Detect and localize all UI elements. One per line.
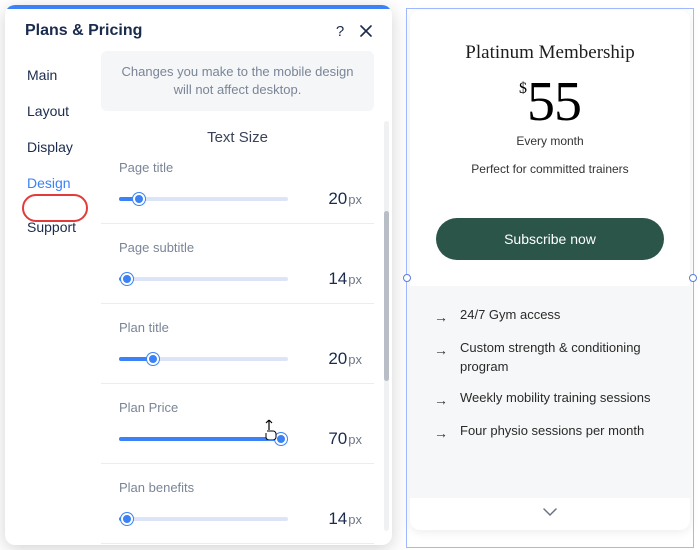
price-value: 55: [527, 74, 581, 130]
slider-value: 70px: [306, 429, 366, 449]
slider-thumb[interactable]: [121, 273, 133, 285]
plan-tagline: Perfect for committed trainers: [436, 162, 664, 176]
slider-fill: [119, 437, 281, 441]
feature-text: Custom strength & conditioning program: [460, 339, 666, 377]
feature-text: 24/7 Gym access: [460, 306, 560, 325]
tab-display[interactable]: Display: [5, 129, 101, 165]
text-size-slider[interactable]: [119, 271, 288, 287]
slider-row: Page subtitle 14px: [101, 224, 374, 304]
panel-title: Plans & Pricing: [25, 22, 324, 40]
slider-row: Plan Price 70px: [101, 384, 374, 464]
billing-period: Every month: [436, 134, 664, 148]
tab-support[interactable]: Support: [5, 209, 101, 245]
feature-item: → Four physio sessions per month: [434, 422, 666, 443]
chevron-down-icon: [542, 507, 558, 517]
text-size-slider[interactable]: [119, 511, 288, 527]
slider-label: Plan Price: [119, 400, 366, 415]
plan-price: $ 55: [436, 74, 664, 130]
slider-row: Plan title 20px: [101, 304, 374, 384]
slider-label: Page title: [119, 160, 366, 175]
tab-main[interactable]: Main: [5, 57, 101, 93]
slider-thumb[interactable]: [275, 433, 287, 445]
arrow-right-icon: →: [434, 390, 448, 410]
feature-item: → 24/7 Gym access: [434, 306, 666, 327]
slider-thumb[interactable]: [133, 193, 145, 205]
section-title: Text Size: [101, 119, 374, 150]
slider-track: [119, 437, 288, 441]
slider-label: Page subtitle: [119, 240, 366, 255]
slider-track: [119, 517, 288, 521]
arrow-right-icon: →: [434, 423, 448, 443]
text-size-slider[interactable]: [119, 191, 288, 207]
plan-name: Platinum Membership: [436, 42, 664, 64]
settings-content: Changes you make to the mobile design wi…: [101, 51, 392, 545]
close-icon[interactable]: [356, 21, 376, 41]
slider-track: [119, 357, 288, 361]
plan-card: Platinum Membership $ 55 Every month Per…: [410, 10, 690, 530]
feature-item: → Weekly mobility training sessions: [434, 389, 666, 410]
feature-item: → Custom strength & conditioning program: [434, 339, 666, 377]
slider-value: 14px: [306, 269, 366, 289]
tab-layout[interactable]: Layout: [5, 93, 101, 129]
slider-row: Page title 20px: [101, 150, 374, 224]
settings-tabs: Main Layout Display Design Support: [5, 51, 101, 545]
slider-value: 20px: [306, 189, 366, 209]
panel-scrollbar[interactable]: [384, 121, 389, 531]
settings-panel: Plans & Pricing ? Main Layout Display De…: [5, 5, 392, 545]
slider-track: [119, 277, 288, 281]
slider-value: 20px: [306, 349, 366, 369]
slider-value: 14px: [306, 509, 366, 529]
help-icon[interactable]: ?: [330, 21, 350, 41]
panel-header: Plans & Pricing ?: [5, 9, 392, 51]
tab-design[interactable]: Design: [5, 165, 101, 201]
arrow-right-icon: →: [434, 340, 448, 360]
feature-text: Four physio sessions per month: [460, 422, 644, 441]
expand-toggle[interactable]: [410, 498, 690, 530]
slider-label: Plan title: [119, 320, 366, 335]
slider-label: Plan benefits: [119, 480, 366, 495]
subscribe-button[interactable]: Subscribe now: [436, 218, 664, 260]
slider-thumb[interactable]: [147, 353, 159, 365]
scrollbar-thumb[interactable]: [384, 211, 389, 381]
resize-handle-right[interactable]: [689, 274, 697, 282]
info-banner: Changes you make to the mobile design wi…: [101, 51, 374, 111]
slider-thumb[interactable]: [121, 513, 133, 525]
plan-features: → 24/7 Gym access → Custom strength & condi…: [410, 286, 690, 498]
slider-row: Plan benefits 14px: [101, 464, 374, 544]
text-size-slider[interactable]: [119, 351, 288, 367]
currency-symbol: $: [519, 80, 527, 98]
arrow-right-icon: →: [434, 307, 448, 327]
feature-text: Weekly mobility training sessions: [460, 389, 651, 408]
text-size-slider[interactable]: [119, 431, 288, 447]
